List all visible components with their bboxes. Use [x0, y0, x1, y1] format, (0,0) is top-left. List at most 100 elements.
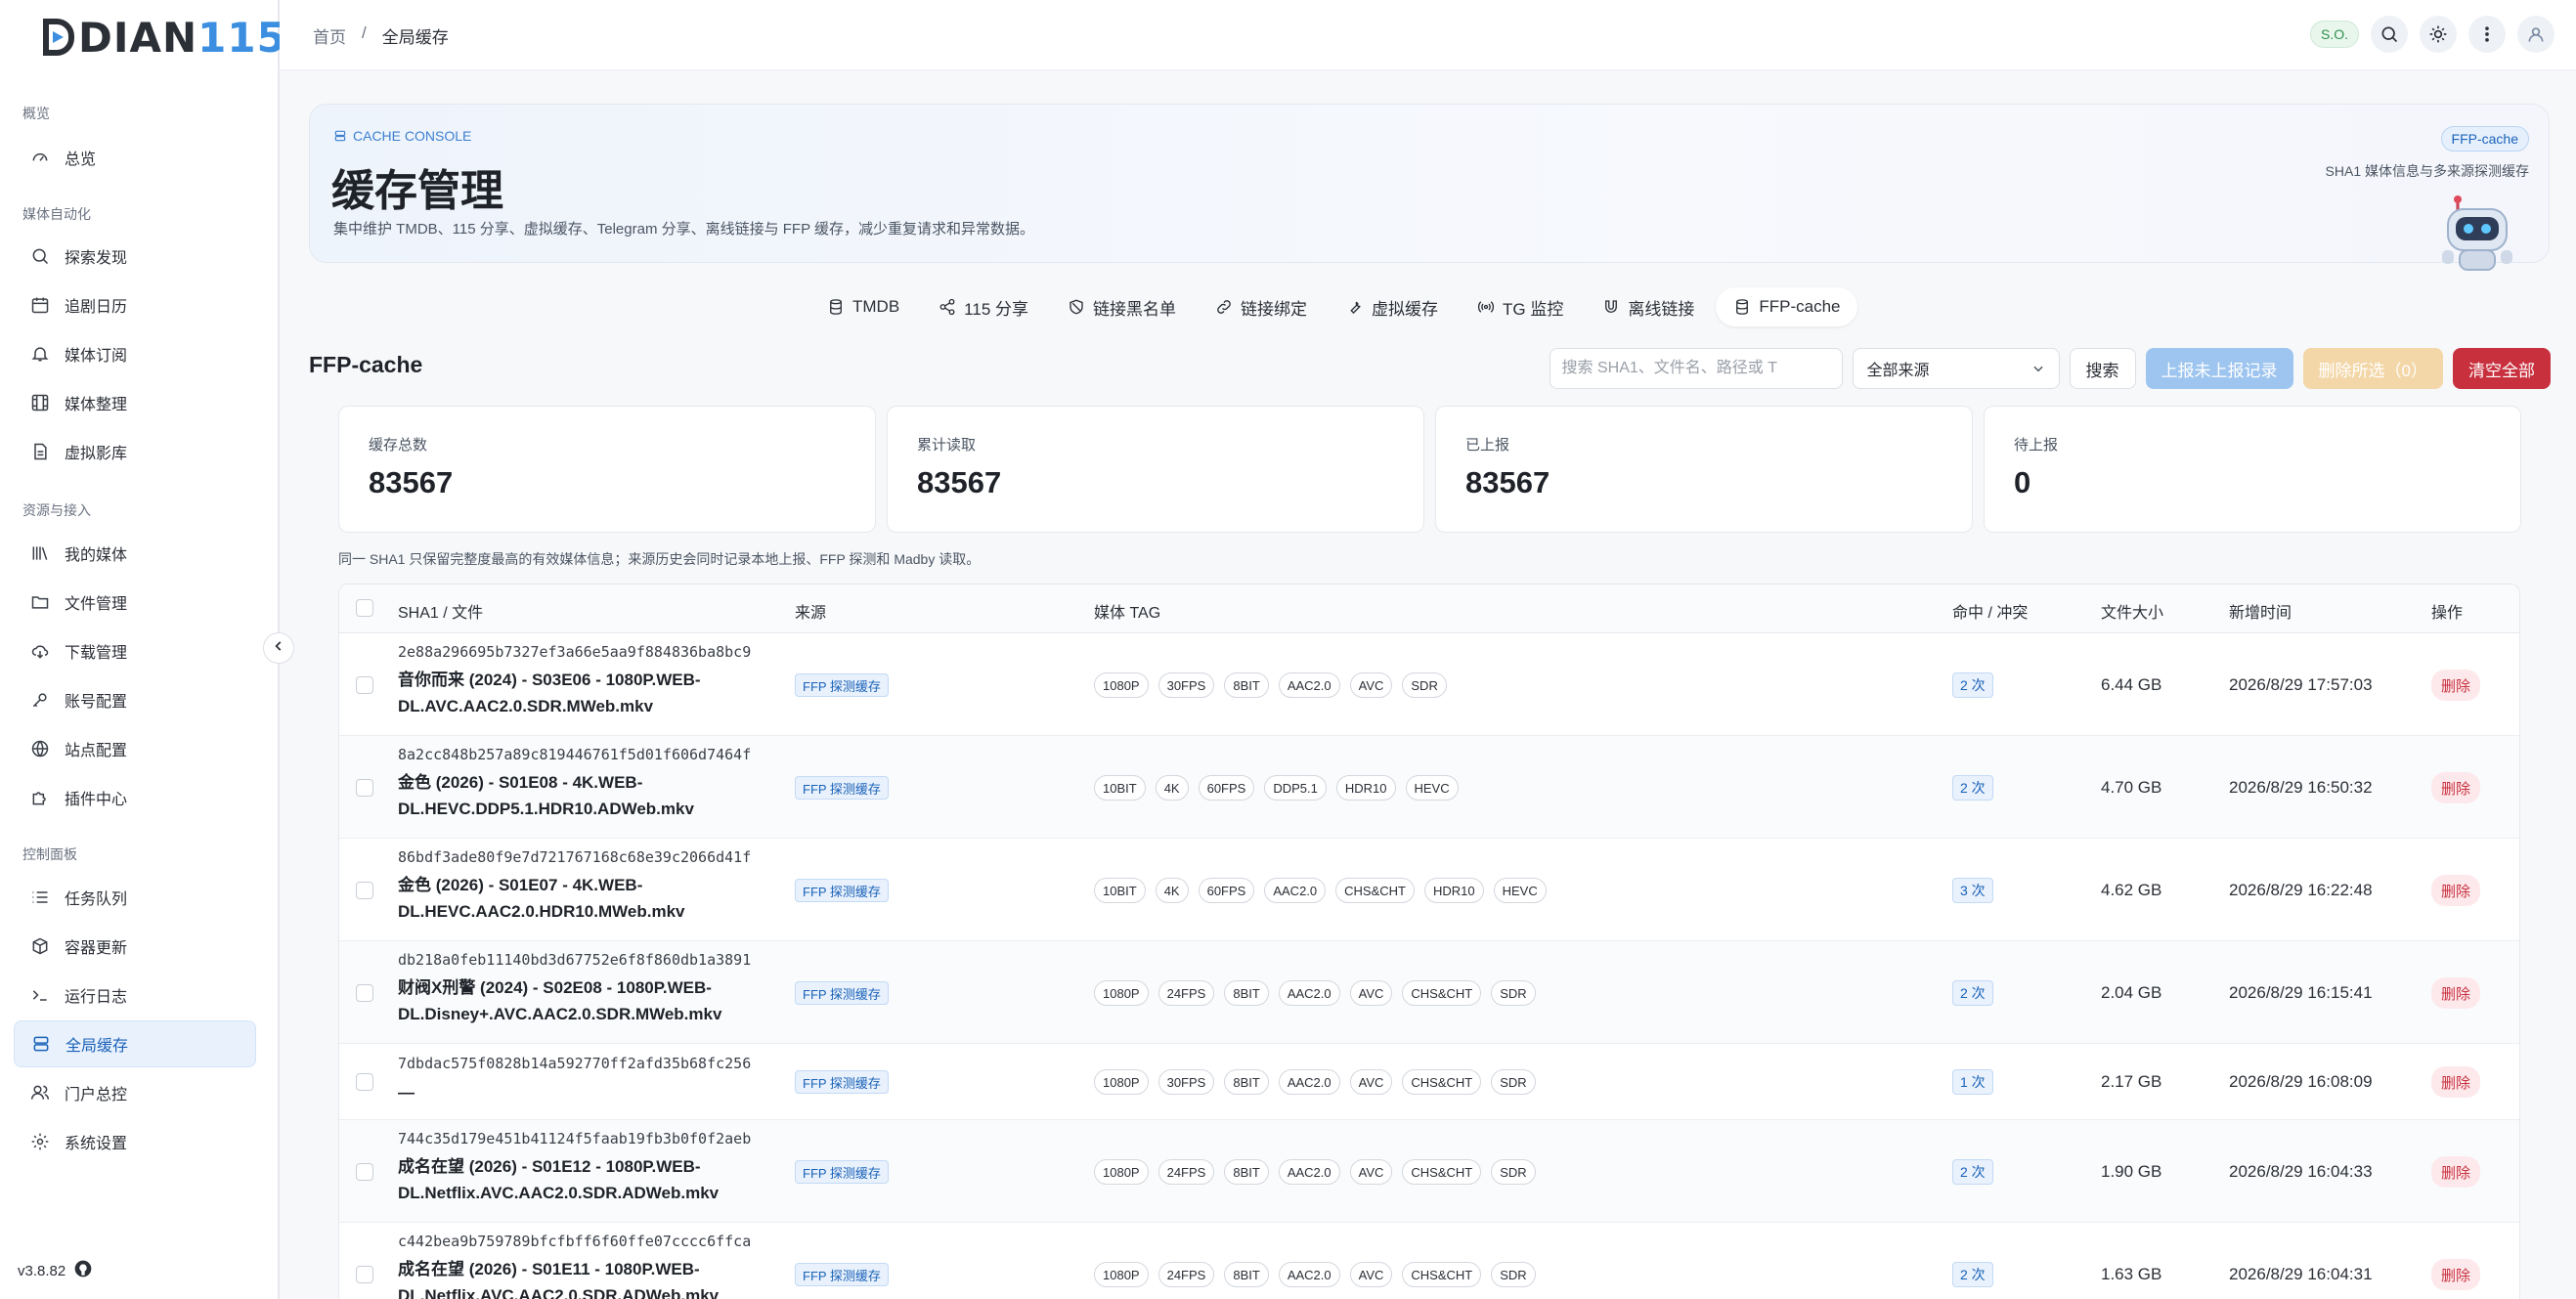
sidebar-item-task-queue[interactable]: 任务队列 [14, 874, 256, 921]
table-row[interactable]: 86bdf3ade80f9e7d721767168c68e39c2066d41f… [339, 839, 2519, 941]
user-avatar[interactable] [2517, 16, 2554, 53]
media-tag: 4K [1155, 878, 1189, 903]
github-icon[interactable] [73, 1259, 93, 1282]
column-header-size[interactable]: 文件大小 [2101, 599, 2163, 623]
info-note: 同一 SHA1 只保留完整度最高的有效媒体信息；来源历史会同时记录本地上报、FF… [338, 551, 981, 567]
sidebar-item-label: 探索发现 [65, 250, 128, 267]
breadcrumb: 首页 / 全局缓存 [313, 23, 449, 48]
terminal-icon [29, 984, 51, 1006]
more-menu-button[interactable] [2468, 16, 2506, 53]
sidebar-item-overview[interactable]: 总览 [14, 134, 256, 181]
tab-tmdb[interactable]: TMDB [809, 287, 917, 326]
tab-virtual-cache[interactable]: 虚拟缓存 [1329, 287, 1456, 326]
source-badge: FFP 探测缓存 [795, 1070, 889, 1094]
source-select[interactable]: 全部来源 [1852, 348, 2060, 389]
table-row[interactable]: 2e88a296695b7327ef3a66e5aa9f884836ba8bc9… [339, 633, 2519, 736]
sidebar-item-global-cache[interactable]: 全局缓存 [14, 1020, 256, 1067]
sidebar-collapse-button[interactable] [263, 632, 294, 664]
tab-ffp-cache[interactable]: FFP-cache [1716, 287, 1858, 326]
sidebar-item-container-update[interactable]: 容器更新 [14, 923, 256, 970]
app-logo[interactable]: DIAN 115 [43, 14, 286, 62]
media-tag: 1080P [1094, 672, 1149, 698]
sidebar-item-settings[interactable]: 系统设置 [14, 1118, 256, 1165]
sidebar-item-portal[interactable]: 门户总控 [14, 1069, 256, 1116]
key-icon [29, 689, 51, 711]
breadcrumb-separator: / [362, 23, 367, 42]
table-row[interactable]: 744c35d179e451b41124f5faab19fb3b0f0f2aeb… [339, 1120, 2519, 1223]
row-checkbox[interactable] [356, 676, 373, 694]
film-icon [29, 392, 51, 413]
column-header-source[interactable]: 来源 [795, 599, 826, 623]
link-icon [1217, 300, 1231, 314]
robot-mascot-icon [2436, 192, 2518, 276]
column-header-tags[interactable]: 媒体 TAG [1094, 599, 1160, 623]
stat-label: 累计读取 [917, 437, 977, 454]
delete-button[interactable]: 删除 [2431, 1259, 2481, 1290]
delete-selected-button[interactable]: 删除所选（0） [2302, 348, 2443, 389]
cache-table: SHA1 / 文件 来源 媒体 TAG 命中 / 冲突 文件大小 新增时间 操作… [338, 584, 2520, 1299]
row-checkbox[interactable] [356, 1163, 373, 1181]
column-header-time[interactable]: 新增时间 [2229, 599, 2292, 623]
delete-button[interactable]: 删除 [2431, 875, 2481, 906]
select-all-checkbox[interactable] [356, 599, 373, 617]
search-input[interactable] [1549, 348, 1843, 389]
delete-button[interactable]: 删除 [2431, 772, 2481, 803]
file-size: 6.44 GB [2101, 675, 2162, 694]
delete-button[interactable]: 删除 [2431, 977, 2481, 1009]
sidebar-item-logs[interactable]: 运行日志 [14, 972, 256, 1018]
source-badge: FFP 探测缓存 [795, 981, 889, 1005]
hit-count-badge: 2 次 [1952, 1159, 1993, 1185]
row-checkbox[interactable] [356, 882, 373, 899]
column-header-sha1[interactable]: SHA1 / 文件 [398, 599, 483, 623]
tab-tg-monitor[interactable]: TG 监控 [1460, 287, 1581, 326]
sidebar-item-downloads[interactable]: 下载管理 [14, 628, 256, 674]
delete-button[interactable]: 删除 [2431, 670, 2481, 701]
row-checkbox[interactable] [356, 984, 373, 1002]
sidebar-item-sites[interactable]: 站点配置 [14, 725, 256, 772]
sidebar-item-label: 插件中心 [65, 792, 128, 808]
media-tag: 24FPS [1157, 1262, 1215, 1287]
tab-link-binding[interactable]: 链接绑定 [1198, 287, 1325, 326]
table-row[interactable]: db218a0feb11140bd3d67752e6f8f860db1a3891… [339, 941, 2519, 1044]
tab-115-share[interactable]: 115 分享 [921, 287, 1046, 326]
version-text: v3.8.82 [18, 1262, 66, 1279]
sidebar-item-subscriptions[interactable]: 媒体订阅 [14, 330, 256, 377]
section-title: FFP-cache [309, 352, 423, 377]
media-tag: 24FPS [1157, 1159, 1215, 1185]
tag-list: 1080P 24FPS 8BIT AAC2.0 AVC CHS&CHT SDR [1094, 980, 1536, 1006]
breadcrumb-home[interactable]: 首页 [313, 23, 346, 48]
sidebar-item-virtual-library[interactable]: 虚拟影库 [14, 428, 256, 475]
sidebar-item-discover[interactable]: 探索发现 [14, 233, 256, 280]
theme-toggle-button[interactable] [2420, 16, 2457, 53]
tab-label: 链接绑定 [1241, 299, 1307, 319]
tab-link-blacklist[interactable]: 链接黑名单 [1050, 287, 1194, 326]
row-checkbox[interactable] [356, 1073, 373, 1091]
sidebar-item-plugins[interactable]: 插件中心 [14, 774, 256, 821]
search-submit-button[interactable]: 搜索 [2069, 348, 2136, 389]
row-checkbox[interactable] [356, 779, 373, 797]
row-checkbox[interactable] [356, 1266, 373, 1283]
table-row[interactable]: 7dbdac575f0828b14a592770ff2afd35b68fc256… [339, 1044, 2519, 1120]
sha1-text: 86bdf3ade80f9e7d721767168c68e39c2066d41f [398, 848, 752, 866]
media-tag: 1080P [1094, 1262, 1149, 1287]
column-header-hits[interactable]: 命中 / 冲突 [1952, 599, 2028, 623]
media-tag: CHS&CHT [1402, 980, 1482, 1006]
cloud-download-icon [29, 640, 51, 662]
report-pending-button[interactable]: 上报未上报记录 [2145, 348, 2293, 389]
delete-button[interactable]: 删除 [2431, 1066, 2481, 1098]
delete-button[interactable]: 删除 [2431, 1156, 2481, 1188]
search-button[interactable] [2371, 16, 2408, 53]
sidebar-item-organize[interactable]: 媒体整理 [14, 379, 256, 426]
status-badge[interactable]: S.O. [2309, 21, 2359, 48]
table-row[interactable]: 8a2cc848b257a89c819446761f5d01f606d7464f… [339, 736, 2519, 839]
cache-tabs: TMDB 115 分享 链接黑名单 链接绑定 虚拟缓存 TG 监控 离线链接 F… [809, 287, 1858, 326]
created-time: 2026/8/29 16:22:48 [2229, 881, 2373, 899]
sidebar-item-accounts[interactable]: 账号配置 [14, 676, 256, 723]
tab-offline-links[interactable]: 离线链接 [1585, 287, 1712, 326]
logo-mark-icon [43, 19, 74, 56]
sidebar-item-my-media[interactable]: 我的媒体 [14, 530, 256, 577]
sidebar-item-files[interactable]: 文件管理 [14, 579, 256, 626]
clear-all-button[interactable]: 清空全部 [2453, 348, 2551, 389]
table-row[interactable]: c442bea9b759789bfcfbff6f60ffe07cccc6ffca… [339, 1223, 2519, 1299]
sidebar-item-calendar[interactable]: 追剧日历 [14, 281, 256, 328]
